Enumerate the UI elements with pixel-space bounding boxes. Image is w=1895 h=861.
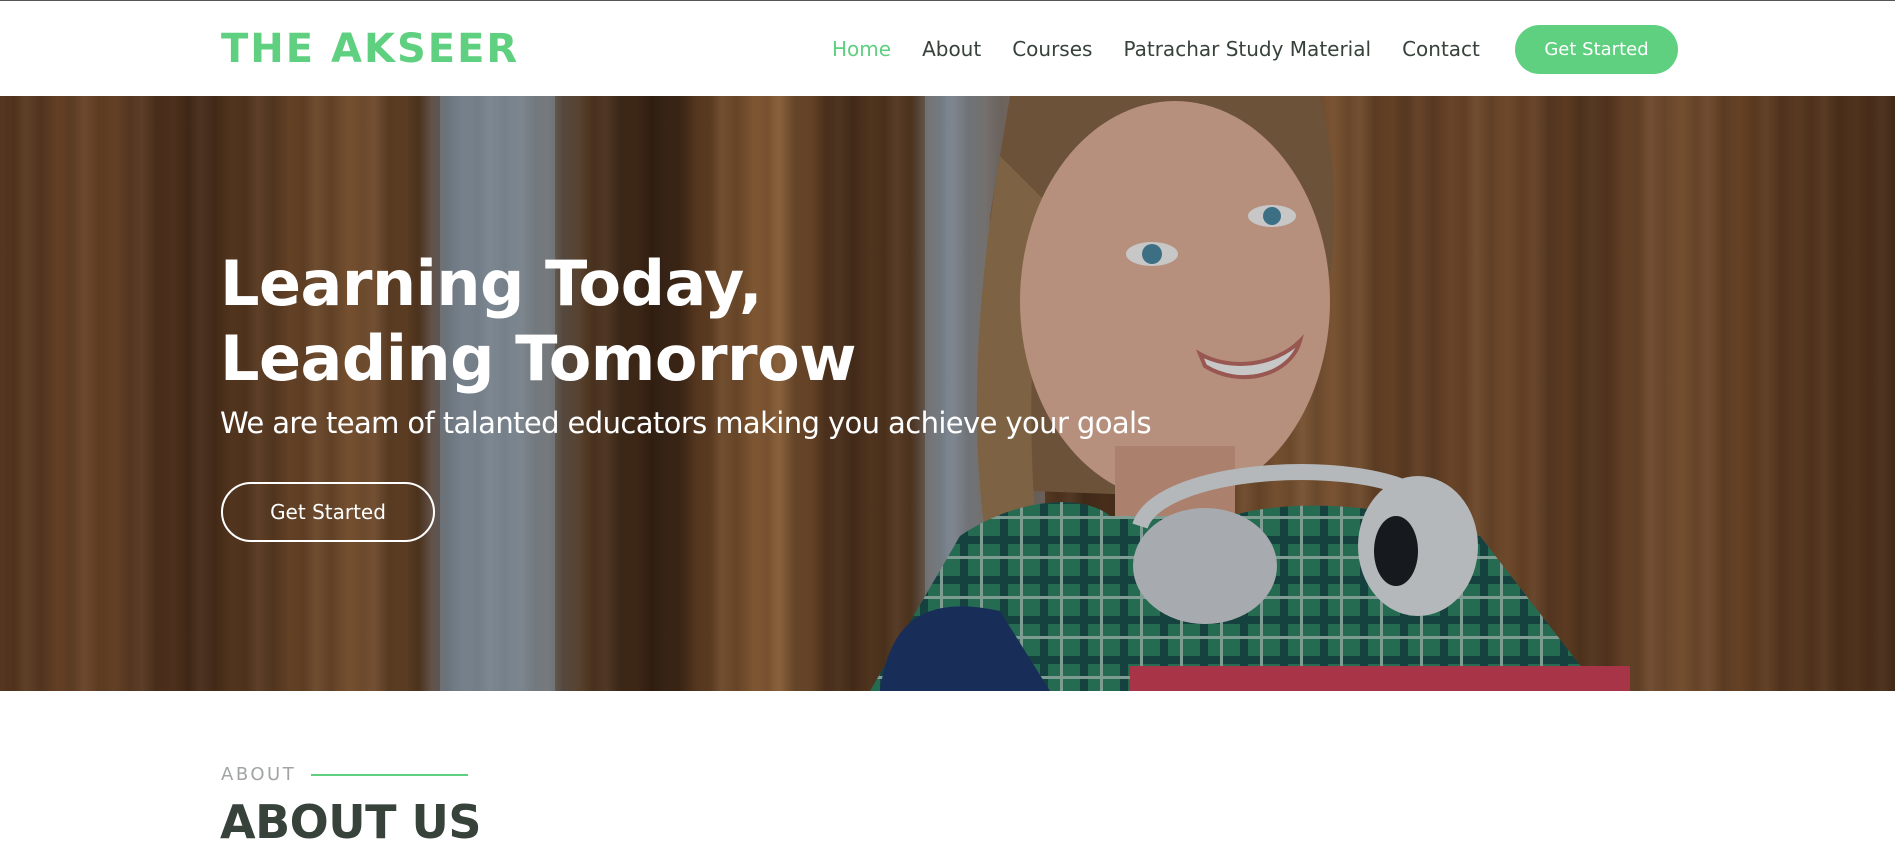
hero-get-started-button[interactable]: Get Started	[221, 482, 435, 542]
hero-title: Learning Today, Leading Tomorrow	[220, 246, 1120, 396]
nav-patrachar-study-material[interactable]: Patrachar Study Material	[1123, 37, 1371, 61]
site-logo[interactable]: THE AKSEER	[221, 25, 519, 73]
hero-subtitle: We are team of talanted educators making…	[220, 406, 1152, 440]
nav-home[interactable]: Home	[832, 37, 891, 61]
about-eyebrow-label: ABOUT	[221, 764, 297, 785]
about-title: ABOUT US	[220, 795, 482, 849]
about-divider-line	[311, 774, 469, 776]
nav-contact[interactable]: Contact	[1402, 37, 1480, 61]
hero-title-line-2: Leading Tomorrow	[220, 322, 857, 395]
nav-about[interactable]: About	[922, 37, 981, 61]
main-nav: Home About Courses Patrachar Study Mater…	[832, 37, 1511, 61]
hero-title-line-1: Learning Today,	[220, 247, 763, 320]
nav-courses[interactable]: Courses	[1012, 37, 1092, 61]
header-get-started-button[interactable]: Get Started	[1515, 25, 1678, 74]
hero-section: Learning Today, Leading Tomorrow We are …	[0, 96, 1895, 691]
about-eyebrow: ABOUT	[221, 764, 469, 786]
site-header: THE AKSEER Home About Courses Patrachar …	[0, 0, 1895, 96]
